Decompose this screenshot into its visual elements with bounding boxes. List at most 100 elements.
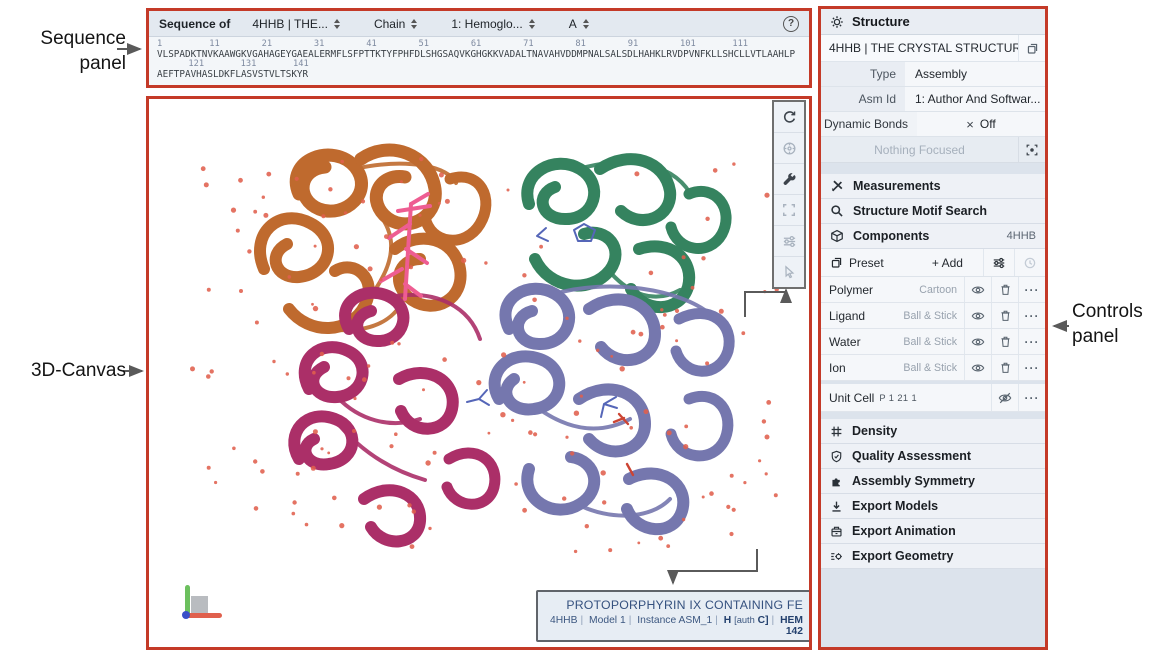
sliders-icon <box>782 234 797 249</box>
component-row-water: Water Ball & Stick ··· <box>821 329 1045 355</box>
delete-trash-icon[interactable] <box>991 329 1018 354</box>
focus-input[interactable]: Nothing Focused <box>821 137 1018 162</box>
toolbar-controls-toggle-button[interactable] <box>774 164 804 195</box>
component-row-ligand: Ligand Ball & Stick ··· <box>821 303 1045 329</box>
identity-title: PROTOPORPHYRIN IX CONTAINING FE <box>544 598 803 612</box>
visibility-eye-icon[interactable] <box>964 303 991 328</box>
entity-select[interactable]: 1: Hemoglo... <box>451 17 534 31</box>
add-component-button[interactable]: + Add <box>912 249 983 276</box>
x-axis-bar <box>186 613 222 618</box>
toolbar-reset-camera-button[interactable] <box>774 102 804 133</box>
components-badge: 4HHB <box>1007 230 1036 242</box>
toolbar-expand-button[interactable] <box>774 195 804 226</box>
representation-select[interactable]: Ball & Stick <box>902 355 964 380</box>
delete-trash-icon[interactable] <box>991 355 1018 380</box>
visibility-eye-icon[interactable] <box>964 355 991 380</box>
motif-search-section[interactable]: Structure Motif Search <box>821 199 1045 224</box>
sequence-header: Sequence of 4HHB | THE... Chain 1: Hemog… <box>149 11 809 37</box>
3d-canvas: PROTOPORPHYRIN IX CONTAINING FE 4HHB| Mo… <box>146 96 812 650</box>
structure-section-header[interactable]: Structure <box>821 9 1045 35</box>
measurements-section[interactable]: Measurements <box>821 174 1045 199</box>
quality-assessment-section[interactable]: Quality Assessment <box>821 444 1045 469</box>
gear-icon <box>830 15 844 29</box>
residue-row[interactable]: AEFTPAVHASLDKFLASVSTVLTSKYR <box>157 70 801 80</box>
delete-trash-icon[interactable] <box>991 303 1018 328</box>
assembly-symmetry-section[interactable]: Assembly Symmetry <box>821 469 1045 494</box>
updown-icon <box>334 19 340 29</box>
export-models-section[interactable]: Export Models <box>821 494 1045 519</box>
wrench-icon <box>782 172 797 187</box>
asm-id-value[interactable]: 1: Author And Softwar... <box>905 87 1045 111</box>
representation-select[interactable]: Cartoon <box>902 277 964 302</box>
more-options-button[interactable]: ··· <box>1018 303 1045 328</box>
unit-cell-row: Unit Cell P 1 21 1 ··· <box>821 384 1045 412</box>
dynamic-bonds-row: Dynamic Bonds × Off <box>821 112 1045 137</box>
search-icon <box>830 204 844 218</box>
sequence-panel: Sequence of 4HHB | THE... Chain 1: Hemog… <box>146 8 812 88</box>
chain-ribbon-purple <box>495 287 730 530</box>
preset-icon <box>830 256 843 269</box>
chain-ribbon-green <box>527 159 726 307</box>
components-actions-row: Preset + Add <box>821 249 1045 277</box>
identity-readout: PROTOPORPHYRIN IX CONTAINING FE 4HHB| Mo… <box>536 590 809 642</box>
visibility-eye-icon[interactable] <box>964 277 991 302</box>
asm-id-label: Asm Id <box>821 87 905 111</box>
more-options-button[interactable]: ··· <box>1018 277 1045 302</box>
export-geometry-section[interactable]: Export Geometry <box>821 544 1045 569</box>
animation-box-icon <box>830 525 843 538</box>
toolbar-screenshot-button[interactable] <box>774 133 804 164</box>
asm-id-row: Asm Id 1: Author And Softwar... <box>821 87 1045 112</box>
unit-cell-label: Unit Cell <box>829 391 874 405</box>
puzzle-icon <box>830 475 843 488</box>
panel-gap <box>821 412 1045 419</box>
delete-trash-icon[interactable] <box>991 277 1018 302</box>
components-section[interactable]: Components 4HHB <box>821 224 1045 249</box>
more-options-button[interactable]: ··· <box>1018 355 1045 380</box>
mode-select[interactable]: Chain <box>374 17 417 31</box>
reset-camera-icon <box>782 110 797 125</box>
dynamic-bonds-toggle[interactable]: × Off <box>917 112 1045 136</box>
density-section[interactable]: Density <box>821 419 1045 444</box>
copy-icon[interactable] <box>1018 35 1045 61</box>
type-row: Type Assembly <box>821 62 1045 87</box>
identity-detail: 4HHB| Model 1| Instance ASM_1| H [auth C… <box>544 615 803 637</box>
toolbar-selection-mode-button[interactable] <box>774 257 804 287</box>
axes-widget <box>181 585 229 627</box>
representation-select[interactable]: Ball & Stick <box>902 329 964 354</box>
visibility-eye-icon[interactable] <box>964 329 991 354</box>
component-options-button[interactable] <box>983 249 1014 276</box>
component-row-ion: Ion Ball & Stick ··· <box>821 355 1045 381</box>
axes-origin-dot <box>182 611 190 619</box>
download-icon <box>830 500 843 513</box>
annotation-controls-panel: Controls panel <box>1072 299 1168 349</box>
type-value[interactable]: Assembly <box>905 62 1045 86</box>
annotation-sequence-panel: Sequence panel <box>2 26 126 76</box>
visibility-eye-off-icon[interactable] <box>991 384 1018 411</box>
updown-icon <box>583 19 589 29</box>
preset-button[interactable]: Preset <box>821 249 912 276</box>
sequence-of-label: Sequence of <box>159 17 230 31</box>
structure-select[interactable]: 4HHB | THE... <box>252 17 340 31</box>
component-row-polymer: Polymer Cartoon ··· <box>821 277 1045 303</box>
density-grid-icon <box>830 425 843 438</box>
chain-select[interactable]: A <box>569 17 589 31</box>
shield-check-icon <box>830 450 843 463</box>
updown-icon <box>529 19 535 29</box>
dynamic-bonds-label: Dynamic Bonds <box>821 112 917 136</box>
export-animation-section[interactable]: Export Animation <box>821 519 1045 544</box>
toolbar-settings-button[interactable] <box>774 226 804 257</box>
clock-icon <box>1023 256 1037 270</box>
focus-target-icon[interactable] <box>1018 137 1045 162</box>
history-button[interactable] <box>1014 249 1045 276</box>
sequence-text: 1 11 21 31 41 51 61 71 81 91 101 111 VLS… <box>149 37 809 80</box>
help-icon[interactable]: ? <box>783 16 799 32</box>
screenshot-icon <box>782 141 797 156</box>
more-options-button[interactable]: ··· <box>1018 329 1045 354</box>
components-cube-icon <box>830 229 844 243</box>
more-options-button[interactable]: ··· <box>1018 384 1045 411</box>
molecule-3d-view[interactable] <box>149 99 809 647</box>
representation-select[interactable]: Ball & Stick <box>902 303 964 328</box>
measurements-icon <box>830 179 844 193</box>
toggle-menu <box>772 100 806 289</box>
structure-name-row[interactable]: 4HHB | THE CRYSTAL STRUCTUR... <box>821 35 1045 62</box>
